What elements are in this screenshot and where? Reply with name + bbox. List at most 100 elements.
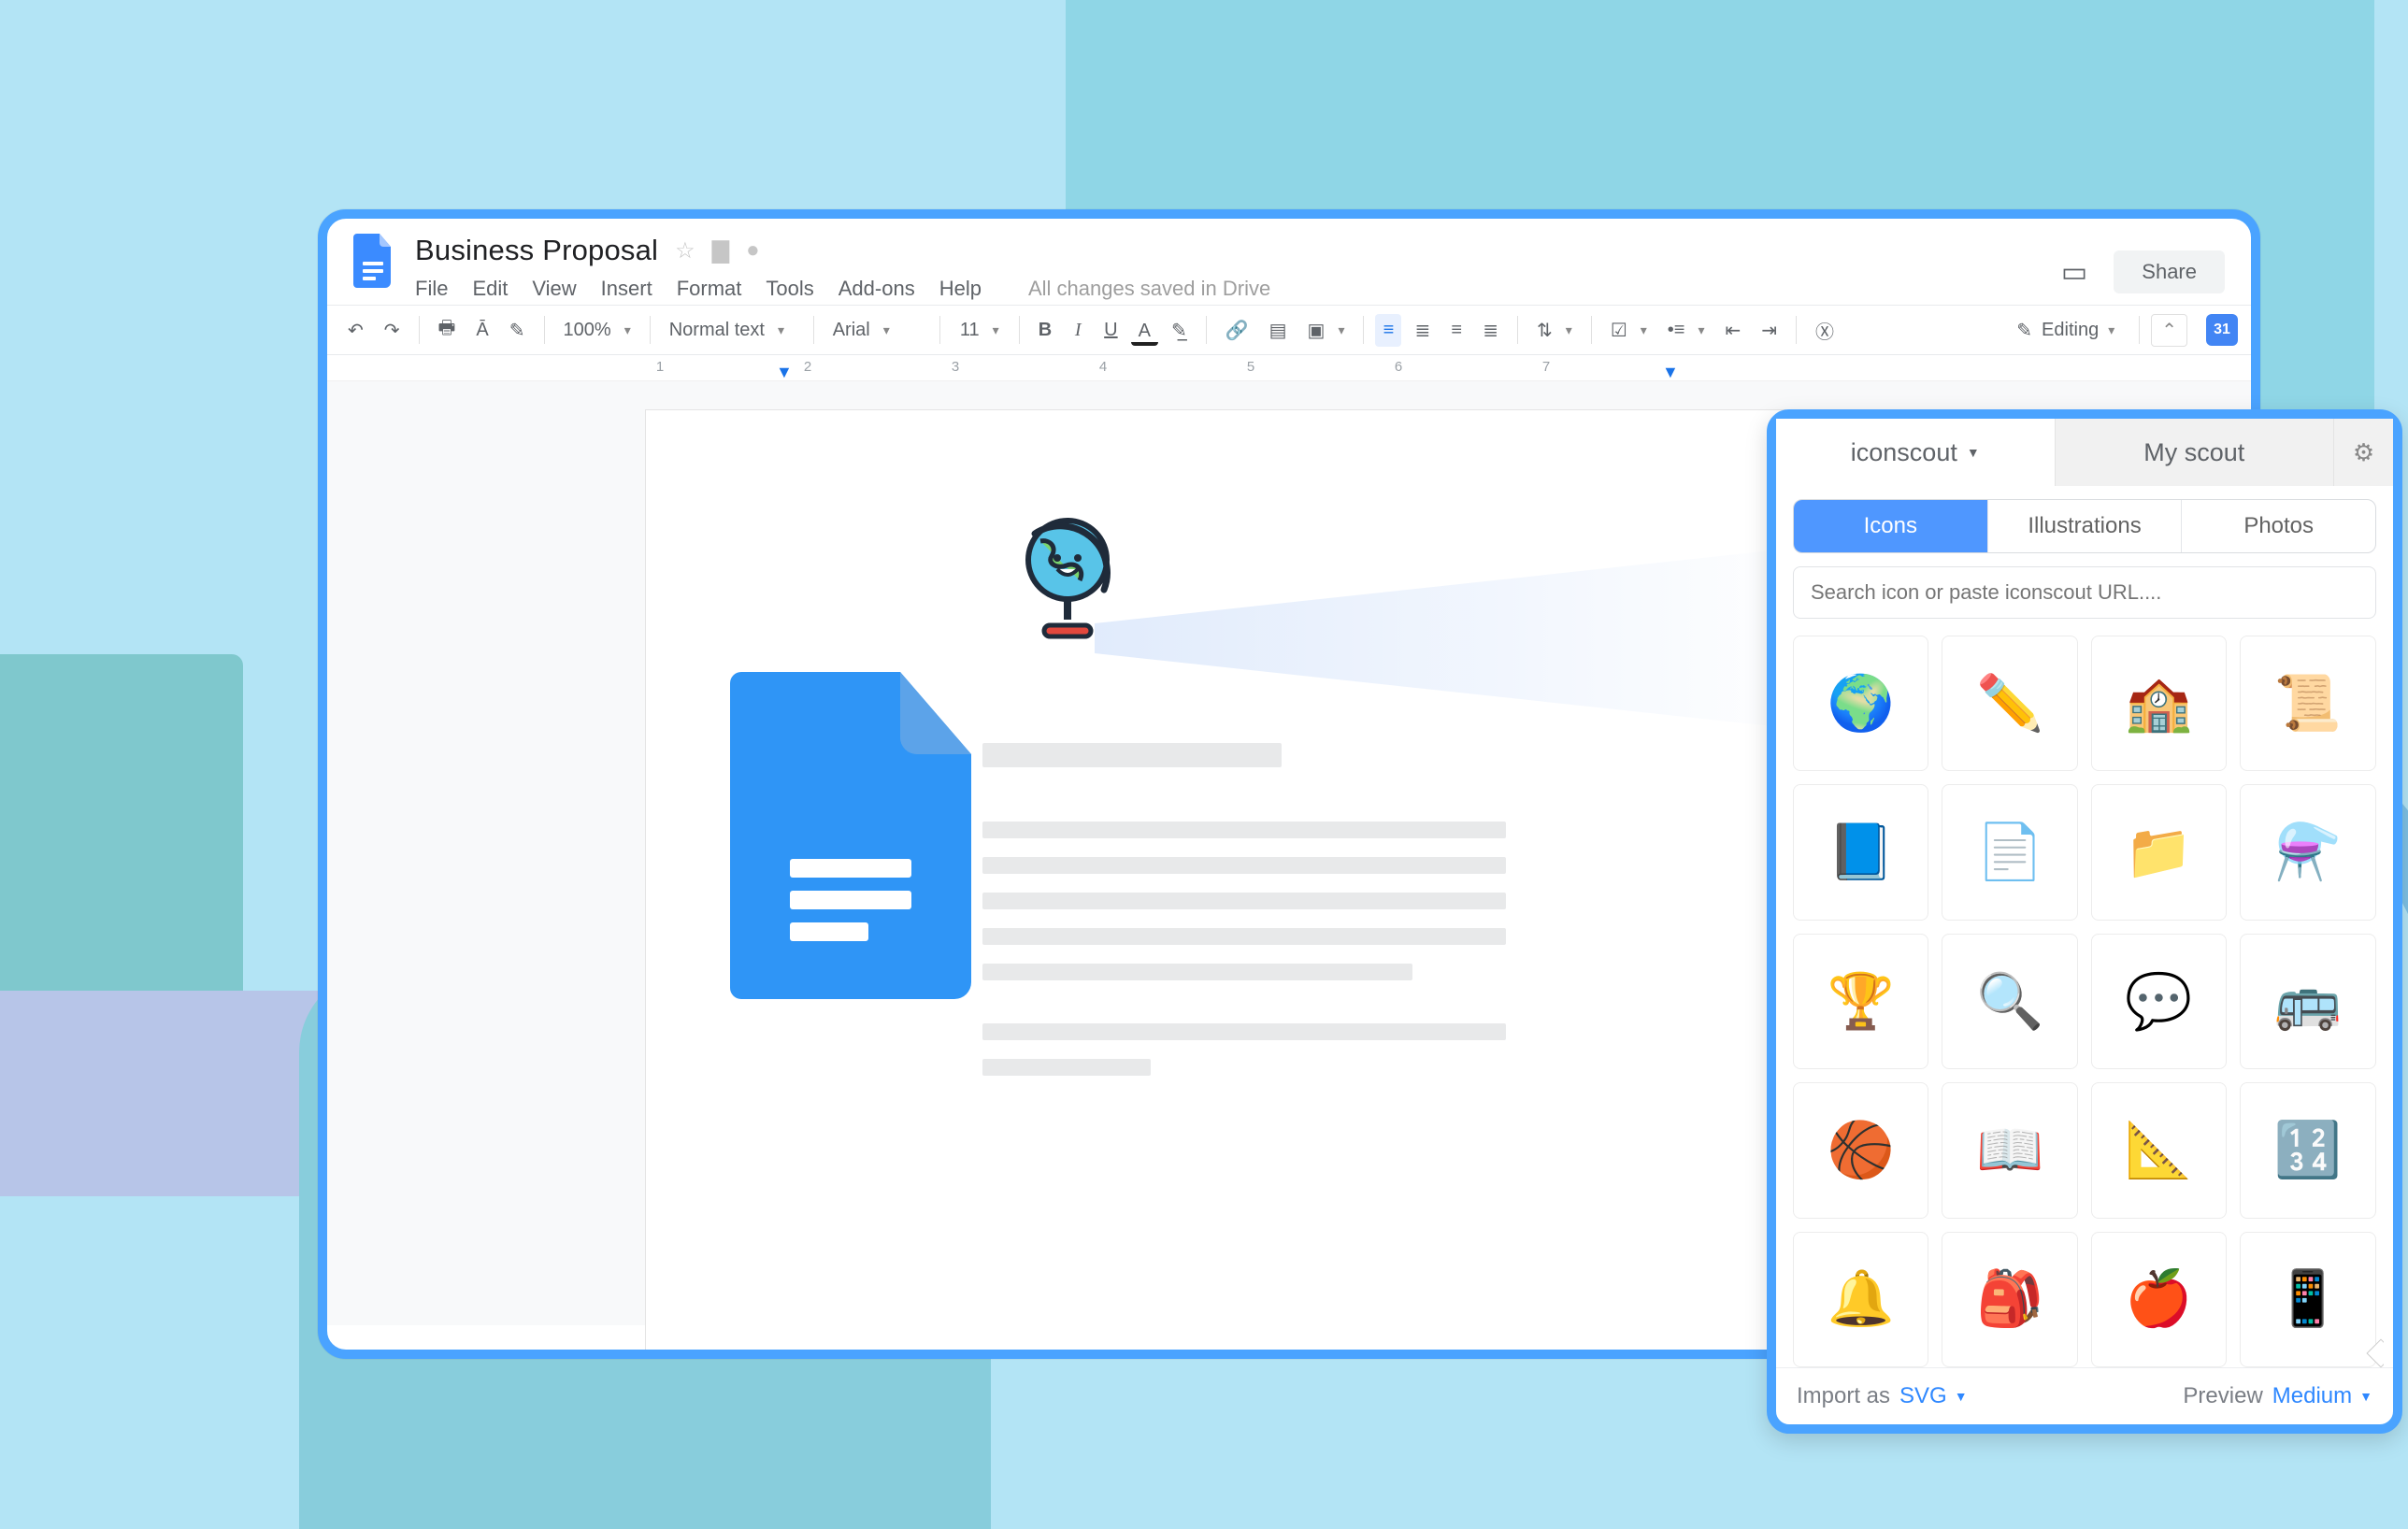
preview-size-value: Medium — [2272, 1383, 2352, 1409]
paint-format-button[interactable]: ✎ — [502, 313, 533, 348]
bulleted-list-button[interactable]: •≡ — [1660, 314, 1713, 347]
ruler-number: 5 — [1247, 359, 1254, 375]
ruler-number: 2 — [804, 359, 811, 375]
pencil-icon[interactable]: ✏️ — [1942, 636, 2077, 771]
basketball-icon[interactable]: 🏀 — [1793, 1082, 1928, 1218]
font-select[interactable]: Arial — [825, 314, 928, 347]
page[interactable] — [645, 409, 1785, 1359]
tab-iconscout-label: iconscout — [1851, 438, 1957, 467]
apple-icon[interactable]: 🍎 — [2091, 1232, 2227, 1367]
star-icon[interactable]: ☆ — [675, 237, 695, 264]
protractor-icon[interactable]: 📐 — [2091, 1082, 2227, 1218]
ruler-number: 4 — [1099, 359, 1107, 375]
iconscout-panel: iconscout ▼ My scout ⚙ Icons Illustratio… — [1767, 409, 2402, 1434]
scout-top-tabs: iconscout ▼ My scout ⚙ — [1776, 419, 2393, 486]
inserted-globe-icon[interactable] — [1016, 515, 1119, 646]
ruler-number: 6 — [1395, 359, 1402, 375]
gear-icon: ⚙ — [2353, 438, 2374, 467]
toolbar: ↶ ↷ 🖶 Ā ✎ 100% Normal text Arial 11 B I … — [327, 305, 2251, 355]
indent-decrease-button[interactable]: ⇤ — [1717, 313, 1748, 348]
insert-image-button[interactable]: ▣ — [1300, 313, 1353, 348]
calculator-icon[interactable]: 📱 — [2240, 1232, 2375, 1367]
menu-file[interactable]: File — [415, 277, 448, 301]
docs-file-illustration-icon — [730, 672, 982, 999]
spellcheck-button[interactable]: Ā — [468, 314, 495, 347]
globe-icon[interactable]: 🌍 — [1793, 636, 1928, 771]
scout-footer: Import as SVG▼ Preview Medium▼ — [1776, 1367, 2393, 1424]
calendar-sidebar-icon[interactable]: 31 — [2206, 314, 2238, 346]
bus-icon[interactable]: 🚌 — [2240, 934, 2375, 1069]
book-open-icon[interactable]: 📖 — [1942, 1082, 2077, 1218]
zoom-select[interactable]: 100% — [556, 314, 638, 347]
preview-size-select[interactable]: Medium▼ — [2272, 1383, 2372, 1409]
menu-view[interactable]: View — [532, 277, 576, 301]
print-button[interactable]: 🖶 — [431, 308, 464, 351]
line-spacing-button[interactable]: ⇅ — [1529, 313, 1580, 348]
import-format-value: SVG — [1899, 1383, 1947, 1409]
tab-iconscout[interactable]: iconscout ▼ — [1776, 419, 2055, 486]
tab-my-scout[interactable]: My scout — [2055, 419, 2334, 486]
bold-button[interactable]: B — [1031, 314, 1059, 347]
clear-formatting-button[interactable]: Ⓧ — [1808, 311, 1842, 350]
insert-comment-button[interactable]: ▤ — [1262, 313, 1295, 348]
bell-icon[interactable]: 🔔 — [1793, 1232, 1928, 1367]
align-justify-button[interactable]: ≣ — [1475, 313, 1506, 348]
move-folder-icon[interactable]: ▇ — [712, 237, 729, 264]
align-left-button[interactable]: ≡ — [1375, 314, 1401, 347]
mode-select[interactable]: ✎ Editing ▾ — [2003, 313, 2128, 348]
mode-label: Editing — [2042, 320, 2099, 341]
magnifier-icon[interactable]: 🔍 — [1942, 934, 2077, 1069]
menu-edit[interactable]: Edit — [472, 277, 508, 301]
italic-button[interactable]: I — [1065, 314, 1091, 347]
align-right-button[interactable]: ≡ — [1443, 314, 1469, 347]
checklist-button[interactable]: ☑ — [1603, 313, 1655, 348]
settings-button[interactable]: ⚙ — [2333, 419, 2393, 486]
ruler-number: 1 — [656, 359, 664, 375]
flask-icon[interactable]: ⚗️ — [2240, 784, 2375, 920]
menu-help[interactable]: Help — [939, 277, 982, 301]
share-button[interactable]: Share — [2114, 250, 2225, 293]
indent-increase-button[interactable]: ⇥ — [1754, 313, 1784, 348]
chat-bubbles-icon[interactable]: 💬 — [2091, 934, 2227, 1069]
search-input[interactable] — [1793, 566, 2376, 619]
school-icon[interactable]: 🏫 — [2091, 636, 2227, 771]
import-format-select[interactable]: SVG▼ — [1899, 1383, 1968, 1409]
pill-icons[interactable]: Icons — [1794, 500, 1987, 552]
pill-photos[interactable]: Photos — [2181, 500, 2375, 552]
ruler-number: 3 — [952, 359, 959, 375]
menu-addons[interactable]: Add-ons — [838, 277, 915, 301]
menu-insert[interactable]: Insert — [601, 277, 652, 301]
backpack-icon[interactable]: 🎒 — [1942, 1232, 2077, 1367]
docs-header: Business Proposal ☆ ▇ ● File Edit View I… — [327, 219, 2251, 305]
document-title[interactable]: Business Proposal — [415, 234, 658, 267]
indent-marker-right-icon[interactable]: ▼ — [1662, 363, 1679, 382]
docs-logo-icon — [353, 234, 394, 288]
text-color-button[interactable]: A — [1131, 315, 1158, 346]
ruler-number: 7 — [1542, 359, 1550, 375]
underline-button[interactable]: U — [1096, 314, 1125, 347]
insert-link-button[interactable]: 🔗 — [1218, 313, 1256, 348]
pill-illustrations[interactable]: Illustrations — [1987, 500, 2182, 552]
notebook-icon[interactable]: 📘 — [1793, 784, 1928, 920]
comments-icon[interactable]: ▭ — [2061, 256, 2087, 289]
asset-type-tabs: Icons Illustrations Photos — [1793, 499, 2376, 553]
undo-button[interactable]: ↶ — [340, 313, 371, 348]
menu-format[interactable]: Format — [677, 277, 742, 301]
chalkboard-icon[interactable]: 🔢 — [2240, 1082, 2375, 1218]
scroll-icon[interactable]: 📜 — [2240, 636, 2375, 771]
highlight-button[interactable]: ✎̲ — [1164, 313, 1195, 348]
pencil-icon: ✎ — [2016, 319, 2032, 342]
collapse-toolbar-button[interactable]: ⌃ — [2151, 314, 2187, 347]
indent-marker-left-icon[interactable]: ▼ — [776, 363, 793, 382]
folder-icon[interactable]: 📁 — [2091, 784, 2227, 920]
test-paper-icon[interactable]: 📄 — [1942, 784, 2077, 920]
cloud-status-icon[interactable]: ● — [746, 237, 760, 264]
redo-button[interactable]: ↷ — [377, 313, 408, 348]
align-center-button[interactable]: ≣ — [1407, 313, 1438, 348]
trophy-icon[interactable]: 🏆 — [1793, 934, 1928, 1069]
ruler[interactable]: ▼ ▼ 1 2 3 4 5 6 7 — [327, 355, 2251, 381]
menu-tools[interactable]: Tools — [766, 277, 813, 301]
style-select[interactable]: Normal text — [662, 314, 802, 347]
font-size-select[interactable]: 11 — [952, 314, 1008, 347]
preview-label: Preview — [2183, 1383, 2262, 1409]
